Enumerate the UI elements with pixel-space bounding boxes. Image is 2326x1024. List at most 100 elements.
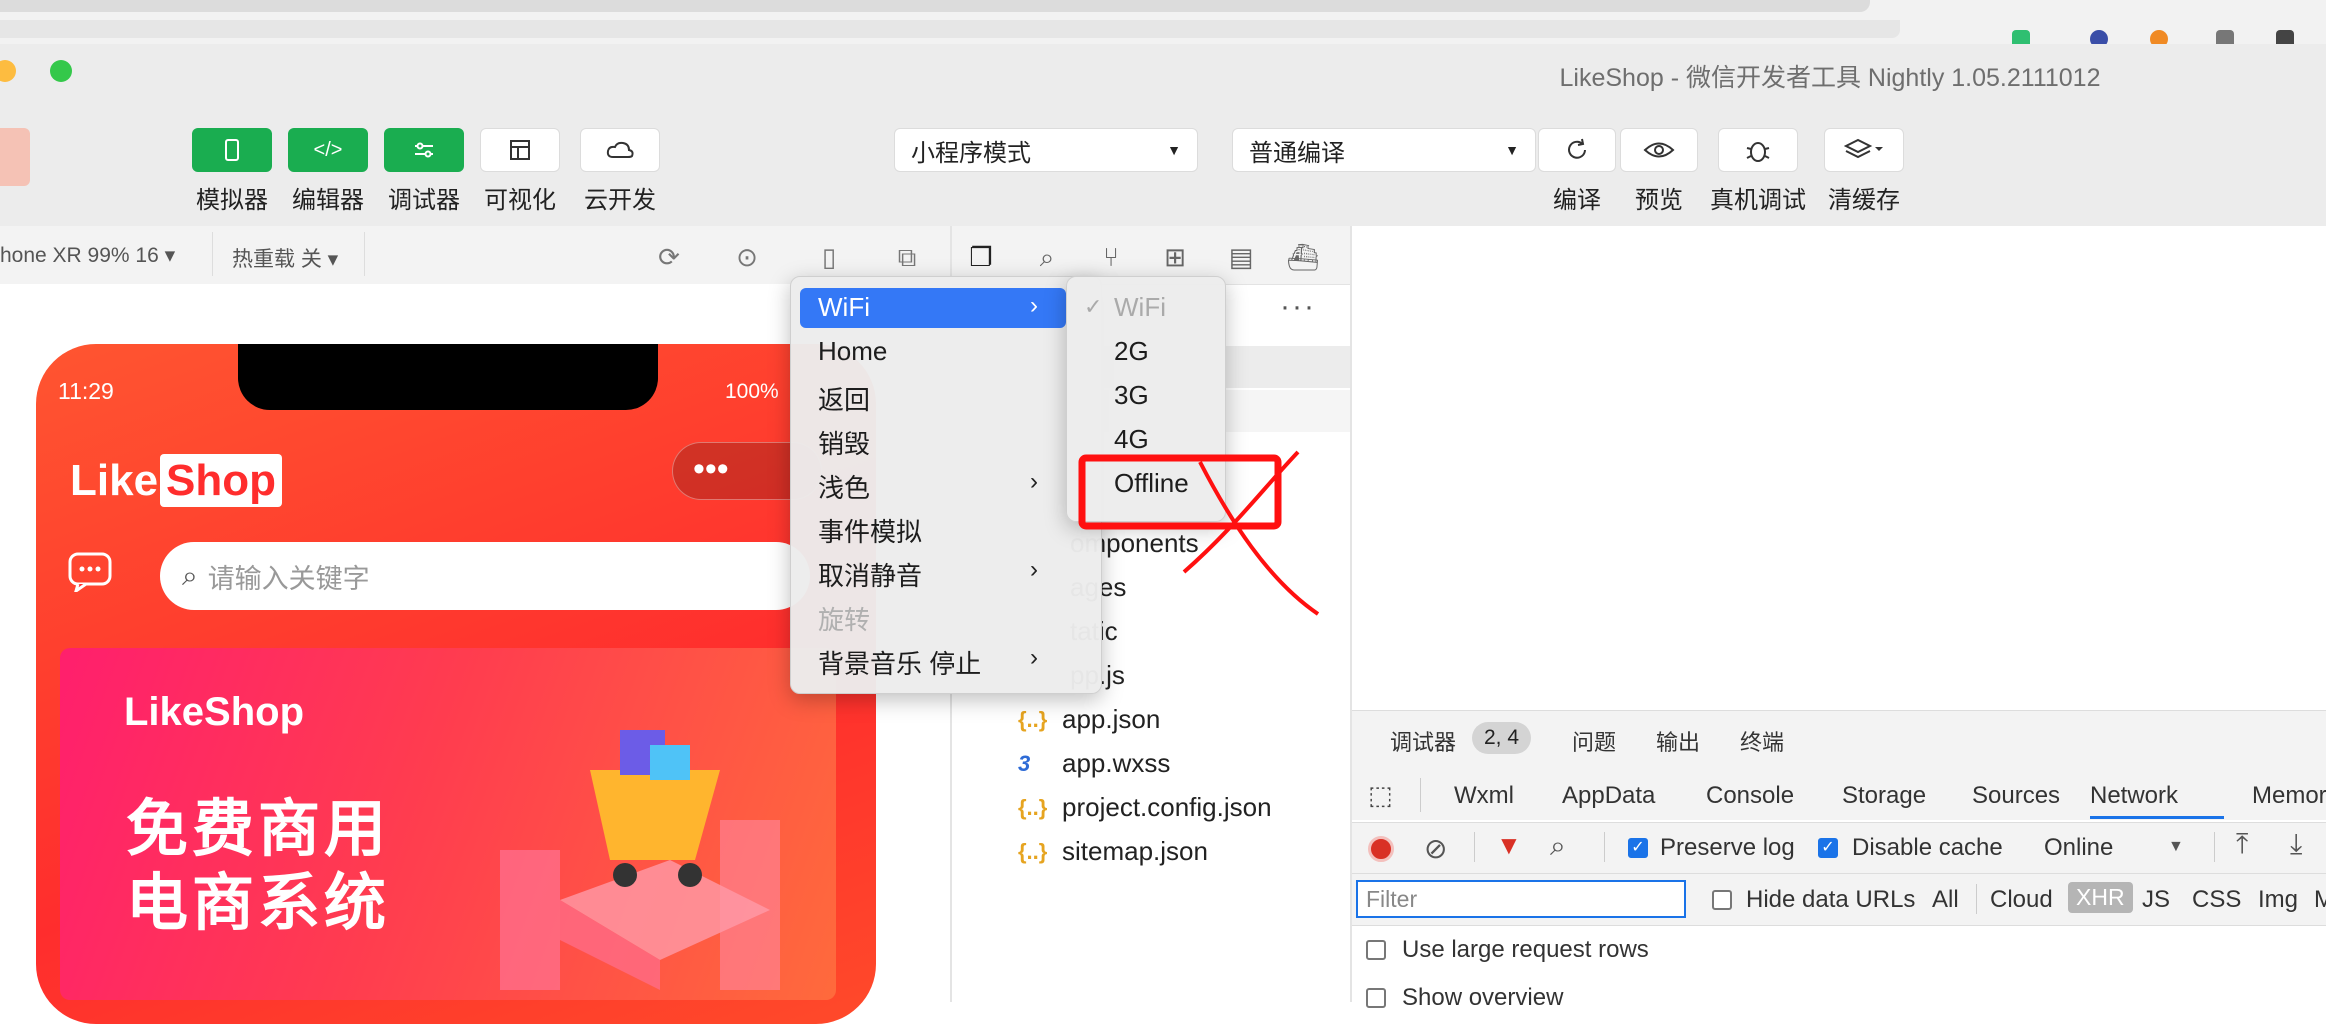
tab-network[interactable]: Network (2090, 782, 2178, 810)
menu-item-home[interactable]: Home (818, 336, 887, 367)
caret-down-icon: ▼ (1505, 142, 1519, 158)
editor-toggle-button[interactable]: </> (288, 128, 368, 172)
tab-debugger[interactable]: 调试器 (1390, 725, 1456, 757)
menu-item-bg-music[interactable]: 背景音乐 停止 (818, 644, 981, 681)
extensions-icon[interactable]: ⊞ (1158, 240, 1192, 274)
list-item[interactable]: {..} app.json (1018, 704, 1160, 735)
filter-all[interactable]: All (1932, 886, 1959, 914)
filter-xhr[interactable]: XHR (2068, 882, 2133, 913)
clear-icon[interactable]: ⊘ (1424, 832, 1447, 865)
browser-tab-bar (0, 0, 1870, 12)
chevron-right-icon: › (1030, 644, 1038, 671)
compile-select[interactable]: 普通编译 ▼ (1232, 128, 1536, 172)
json-file-icon: {..} (1018, 838, 1048, 864)
menu-item-back[interactable]: 返回 (818, 380, 870, 417)
divider (1474, 832, 1475, 862)
tab-sources[interactable]: Sources (1972, 782, 2060, 810)
hot-reload-select[interactable]: 热重载 关 ▾ (232, 243, 338, 273)
preview-label: 预览 (1635, 187, 1683, 214)
more-icon[interactable]: ··· (1280, 290, 1316, 324)
submenu-item-offline[interactable]: Offline (1114, 468, 1189, 499)
real-device-debug-label: 真机调试 (1710, 187, 1806, 214)
filter-css[interactable]: CSS (2192, 886, 2241, 914)
hide-data-urls-checkbox[interactable] (1712, 890, 1732, 910)
multi-window-icon[interactable]: ⧉ (890, 240, 924, 274)
list-item[interactable]: 3 app.wxss (1018, 748, 1170, 779)
filter-media[interactable]: M (2314, 886, 2326, 914)
real-device-debug-button[interactable] (1718, 128, 1798, 172)
menu-item-wifi[interactable]: WiFi (818, 292, 870, 323)
divider (1420, 778, 1421, 812)
clear-cache-button[interactable] (1824, 128, 1904, 172)
throttle-select[interactable]: Online (2044, 834, 2113, 862)
compile-select-value: 普通编译 (1249, 139, 1345, 167)
search-icon[interactable]: ⌕ (1030, 240, 1064, 274)
menu-item-destroy[interactable]: 销毁 (818, 424, 870, 461)
docker-icon[interactable]: ⛴ (1286, 240, 1320, 274)
inspect-element-icon[interactable]: ⬚ (1368, 780, 1393, 811)
tab-console[interactable]: Console (1706, 782, 1794, 810)
simulator-toggle-button[interactable] (192, 128, 272, 172)
editor-area (1352, 226, 2326, 708)
list-item[interactable]: {..} sitemap.json (1018, 836, 1208, 867)
simulator-label: 模拟器 (196, 187, 268, 214)
filter-img[interactable]: Img (2258, 886, 2298, 914)
message-icon[interactable] (68, 552, 114, 595)
source-control-icon[interactable]: ⑂ (1094, 240, 1128, 274)
tab-storage[interactable]: Storage (1842, 782, 1926, 810)
editor-label: 编辑器 (292, 187, 364, 214)
tab-appdata[interactable]: AppData (1562, 782, 1655, 810)
divider (2214, 832, 2215, 862)
divider (1976, 884, 1977, 914)
tab-memory[interactable]: Memor (2252, 782, 2326, 810)
filter-js[interactable]: JS (2142, 886, 2170, 914)
filter-icon[interactable]: ▼ (1496, 830, 1522, 861)
filter-input[interactable]: Filter (1356, 880, 1686, 918)
mode-select[interactable]: 小程序模式 ▼ (894, 128, 1198, 172)
tab-wxml[interactable]: Wxml (1454, 782, 1514, 810)
large-rows-checkbox[interactable] (1366, 940, 1386, 960)
preview-button[interactable] (1620, 128, 1698, 172)
device-select[interactable]: hone XR 99% 16 ▾ (0, 243, 175, 268)
stop-icon[interactable]: ⊙ (730, 240, 764, 274)
refresh-icon (1568, 138, 1586, 159)
compile-button[interactable] (1538, 128, 1616, 172)
search-input[interactable]: ⌕ 请输入关键字 (160, 542, 810, 610)
show-overview-checkbox[interactable] (1366, 988, 1386, 1008)
submenu-item-4g[interactable]: 4G (1114, 424, 1149, 455)
record-icon[interactable] (1368, 836, 1394, 862)
search-icon[interactable]: ⌕ (1550, 830, 1566, 863)
filter-cloud[interactable]: Cloud (1990, 886, 2053, 914)
zoom-button[interactable] (50, 60, 72, 82)
app-logo: Like Shop (70, 454, 283, 507)
logo-like: Like (70, 456, 159, 505)
list-item[interactable]: {..} project.config.json (1018, 792, 1272, 823)
tab-issues[interactable]: 问题 (1572, 725, 1616, 757)
tab-output[interactable]: 输出 (1656, 725, 1700, 757)
file-name: project.config.json (1062, 792, 1272, 822)
download-icon[interactable]: ⤓ (2290, 828, 2302, 861)
submenu-item-wifi: WiFi (1114, 292, 1166, 322)
visual-toggle-button[interactable] (480, 128, 560, 172)
files-icon[interactable]: ❐ (964, 240, 998, 274)
preserve-log-checkbox[interactable]: ✓ (1628, 838, 1648, 858)
menu-item-unmute[interactable]: 取消静音 (818, 556, 922, 593)
submenu-item-3g[interactable]: 3G (1114, 380, 1149, 411)
disable-cache-checkbox[interactable]: ✓ (1818, 838, 1838, 858)
upload-icon[interactable]: ⤒ (2236, 828, 2248, 861)
caret-down-icon[interactable]: ▼ (2168, 838, 2184, 856)
sliders-icon (415, 142, 433, 158)
avatar[interactable] (0, 128, 30, 186)
tab-terminal[interactable]: 终端 (1740, 725, 1784, 757)
phone-icon (225, 139, 239, 161)
debugger-toggle-button[interactable] (384, 128, 464, 172)
show-overview-label: Show overview (1402, 984, 1564, 1011)
cloud-dev-button[interactable] (580, 128, 660, 172)
menu-item-theme[interactable]: 浅色 (818, 468, 870, 505)
device-icon[interactable]: ▯ (812, 240, 846, 274)
cloud-dev-label: 云开发 (584, 187, 656, 214)
save-icon[interactable]: ▤ (1224, 240, 1258, 274)
reload-icon[interactable]: ⟳ (652, 240, 686, 274)
menu-item-event-sim[interactable]: 事件模拟 (818, 512, 922, 549)
submenu-item-2g[interactable]: 2G (1114, 336, 1149, 367)
